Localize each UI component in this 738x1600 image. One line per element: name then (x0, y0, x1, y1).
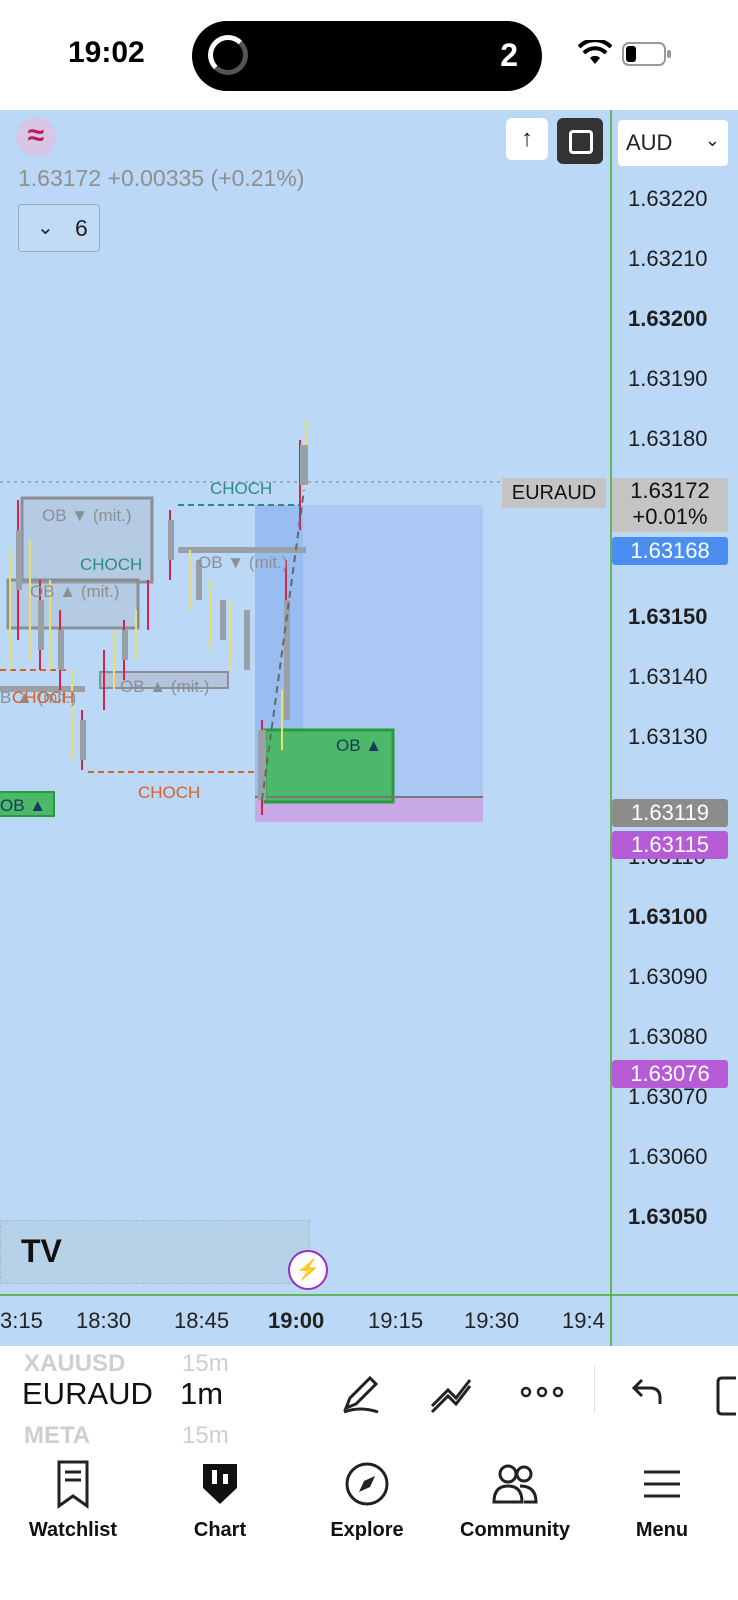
status-bar: 19:02 2 (0, 0, 738, 110)
tradingview-logo-icon: TV (21, 1233, 62, 1269)
symbol-prev[interactable]: XAUUSD (24, 1350, 125, 1378)
lightning-icon[interactable]: ⚡ (288, 1250, 328, 1290)
ob-mit-bull-label-2: OB ▲ (mit.) (120, 677, 210, 696)
time-tick-label: 19:4 (562, 1308, 605, 1333)
tab-label: Chart (193, 1519, 247, 1541)
price-change-quote: 1.63172 +0.00335 (+0.21%) (18, 165, 305, 191)
price-marker-label: 1.63168 (612, 537, 728, 565)
time-axis-divider (0, 1294, 738, 1296)
price-tick-label: 1.63080 (628, 1024, 708, 1049)
time-tick-label: 18:30 (76, 1308, 132, 1333)
tradingview-watermark: TV (0, 1220, 310, 1284)
choch-mid-label: CHOCH (80, 555, 143, 574)
tab-community[interactable]: Community (445, 1454, 585, 1542)
undo-icon[interactable] (630, 1376, 664, 1406)
candles-plot (0, 420, 500, 822)
currency-select[interactable]: AUD ⌄ (618, 120, 728, 166)
price-tick-label: 1.63130 (628, 724, 708, 749)
ob-mit-bull-label: OB ▲ (mit.) (30, 582, 120, 601)
price-tick-label: 1.63190 (628, 366, 708, 391)
more-icon[interactable] (520, 1386, 564, 1398)
chevron-down-icon: ⌄ (37, 217, 54, 239)
watchlist-icon (57, 1460, 89, 1509)
symbol-price-label: EURAUD (502, 478, 606, 508)
time-tick-label: 19:15 (368, 1308, 424, 1333)
battery-icon (622, 42, 671, 66)
price-tick-label: 1.63100 (628, 904, 708, 929)
current-price: 1.63172 (630, 478, 710, 503)
activity-spinner-icon (208, 35, 248, 75)
price-marker-label: 1.63115 (612, 831, 728, 859)
tab-label: Community (460, 1519, 570, 1541)
price-tick-label: 1.63060 (628, 1144, 708, 1169)
island-count: 2 (500, 37, 518, 73)
ob-mit-bear-label-2: OB ▼ (mit.) (198, 553, 288, 572)
hamburger-icon (644, 1470, 680, 1498)
tab-watchlist[interactable]: Watchlist (3, 1454, 143, 1542)
tab-explore[interactable]: Explore (297, 1454, 437, 1542)
fullscreen-icon (569, 130, 593, 154)
price-tick-label: 1.63090 (628, 964, 708, 989)
indicators-toggle[interactable]: ⌄ 6 (18, 204, 100, 252)
tab-label: Explore (330, 1519, 404, 1541)
dynamic-island[interactable]: 2 (192, 21, 542, 91)
price-tick-label: 1.63150 (628, 604, 708, 629)
chevron-down-icon: ⌄ (704, 130, 720, 150)
trend-line-icon[interactable] (428, 1372, 474, 1414)
time-tick-label: 18:45 (174, 1308, 230, 1333)
price-marker-label: 1.63119 (612, 799, 728, 827)
indicator-count: 6 (75, 215, 88, 241)
price-tick-label: 1.63140 (628, 664, 708, 689)
price-tick-label: 1.63220 (628, 186, 708, 211)
currency-value: AUD (626, 130, 673, 155)
community-icon (492, 1464, 538, 1504)
wifi-icon (578, 40, 612, 64)
current-change: +0.01% (632, 504, 708, 529)
time-tick-label: 3:15 (0, 1308, 43, 1333)
time-tick-label: 19:00 (268, 1308, 325, 1333)
price-tick-label: 1.63050 (628, 1204, 708, 1229)
price-marker-label: 1.63076 (612, 1060, 728, 1088)
price-axis-divider (610, 110, 612, 1346)
fullscreen-button[interactable] (557, 118, 603, 164)
current-price-label: 1.63172 +0.01% (612, 478, 728, 532)
symbol-logo-icon: ≈ (16, 117, 56, 157)
scroll-up-button[interactable]: ↑ (506, 118, 548, 160)
tab-bar: Watchlist Chart Explore Community Menu (0, 1444, 738, 1600)
ob-green-left-label: OB ▲ (0, 796, 47, 815)
timeframe-current[interactable]: 1m (180, 1376, 223, 1412)
chart-icon (203, 1464, 237, 1504)
ob-mit-bear-label: OB ▼ (mit.) (42, 506, 132, 525)
ob-green-label: OB ▲ (336, 736, 383, 755)
choch-bottom-label: CHOCH (138, 783, 201, 802)
time-tick-label: 19:30 (464, 1308, 520, 1333)
tab-label: Menu (635, 1519, 689, 1541)
price-tick-label: 1.63210 (628, 246, 708, 271)
pen-icon[interactable] (340, 1372, 382, 1414)
tab-label: Watchlist (28, 1519, 118, 1541)
price-tick-label: 1.63180 (628, 426, 708, 451)
compass-icon (345, 1462, 389, 1506)
symbol-current[interactable]: EURAUD (22, 1376, 153, 1412)
timeframe-prev[interactable]: 15m (182, 1350, 229, 1378)
tab-menu[interactable]: Menu (592, 1454, 732, 1542)
choch-top-label: CHOCH (210, 479, 273, 498)
expand-icon[interactable] (716, 1376, 738, 1416)
divider (594, 1366, 595, 1412)
symbol-bar: XAUUSD 15m EURAUD 1m META 15m (0, 1346, 738, 1449)
price-tick-label: 1.63200 (628, 306, 708, 331)
status-time: 19:02 (68, 36, 145, 69)
tab-chart[interactable]: Chart (150, 1454, 290, 1542)
choch-left-label: CHOCH (12, 688, 75, 707)
